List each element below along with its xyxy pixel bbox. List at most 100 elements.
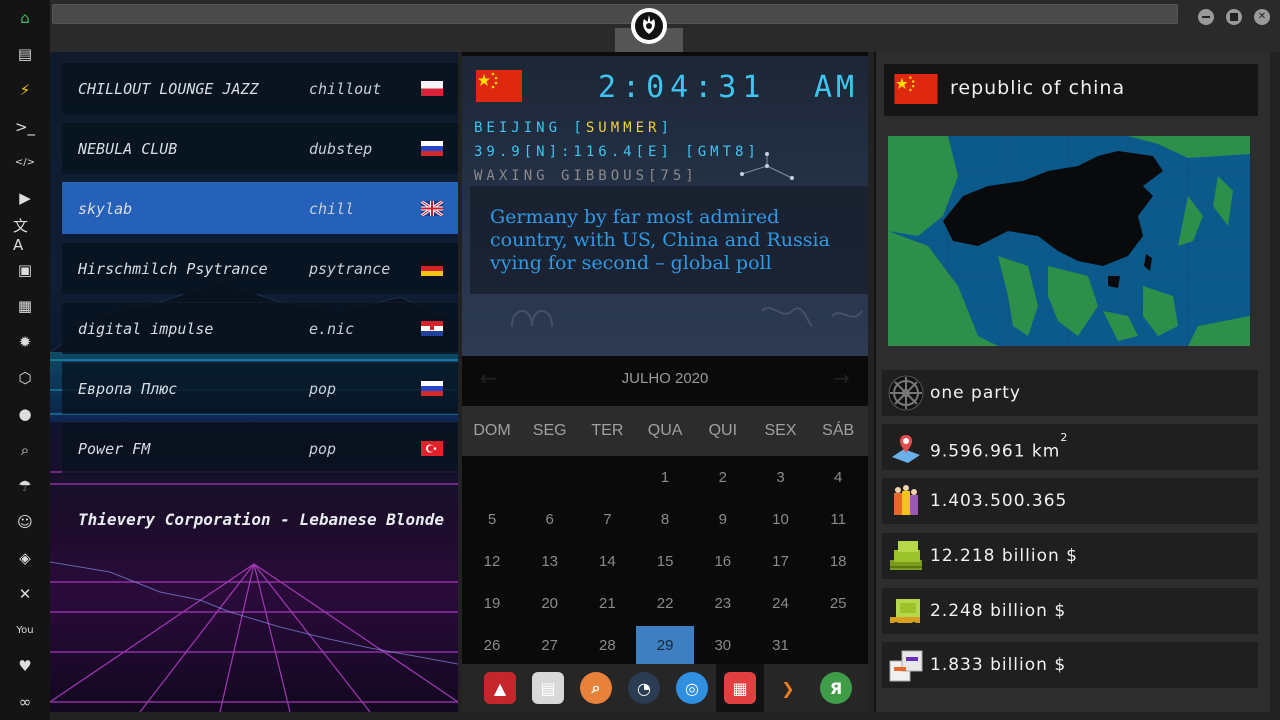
calendar-day[interactable]: 19 <box>463 584 521 624</box>
calendar-day[interactable]: 14 <box>578 542 636 582</box>
stat-row: 12.218 billion $ <box>882 533 1258 579</box>
calendar-day[interactable]: 7 <box>578 500 636 540</box>
document-icon[interactable]: ▤ <box>13 42 37 66</box>
search-icon[interactable]: ⌕ <box>13 438 37 462</box>
croatia-flag-icon <box>421 321 443 336</box>
russia-flag-icon <box>421 381 443 396</box>
clock-app-icon[interactable]: ◔ <box>628 672 660 704</box>
heart-icon[interactable]: ♥ <box>13 654 37 678</box>
calendar-day[interactable]: 1 <box>636 458 694 498</box>
middle-panel: 2:04:31 AM BEIJING [SUMMER] 39.9[N]:116.… <box>462 52 868 712</box>
russia-flag-icon <box>421 141 443 156</box>
station-row[interactable]: Hirschmilch Psytrance psytrance <box>62 242 458 294</box>
news-icon[interactable]: ▦ <box>13 294 37 318</box>
station-row-active[interactable]: skylab chill <box>62 182 458 234</box>
calendar-day[interactable]: 6 <box>521 500 579 540</box>
arrow-app-icon[interactable]: ❯ <box>772 672 804 704</box>
magnifier-app-icon[interactable]: ⌕ <box>580 672 612 704</box>
maximize-button[interactable] <box>1226 9 1242 25</box>
station-row[interactable]: Европа Плюс pop <box>62 362 458 414</box>
area-value: 9.596.961 km2 <box>930 424 1068 475</box>
weekday-label: QUA <box>647 422 683 439</box>
terminal-icon[interactable]: >_ <box>13 115 37 139</box>
newspaper-app-icon[interactable]: ▤ <box>532 672 564 704</box>
calendar-day[interactable]: 5 <box>463 500 521 540</box>
play-icon[interactable]: ▶ <box>13 186 37 210</box>
calendar-day[interactable]: 25 <box>809 584 867 624</box>
calendar-day[interactable]: 12 <box>463 542 521 582</box>
calendar: ← JULHO 2020 → DOM SEG TER QUA QUI SEX SÁB 123… <box>462 356 868 666</box>
calendar-day[interactable]: 4 <box>809 458 867 498</box>
station-row[interactable]: Power FM pop <box>62 422 458 474</box>
station-name: Hirschmilch Psytrance <box>78 260 268 278</box>
station-genre: e.nic <box>309 320 355 338</box>
station-row[interactable]: NEBULA CLUB dubstep <box>62 122 458 174</box>
calendar-day[interactable]: 27 <box>521 626 579 666</box>
calendar-day[interactable]: 3 <box>752 458 810 498</box>
country-map[interactable] <box>888 136 1250 346</box>
calendar-day[interactable]: 13 <box>521 542 579 582</box>
uk-flag-icon <box>421 201 443 216</box>
calendar-day[interactable]: 24 <box>752 584 810 624</box>
globe-app-icon[interactable]: ◎ <box>676 672 708 704</box>
calendar-day[interactable]: 10 <box>752 500 810 540</box>
arc-app-icon[interactable]: ▲ <box>484 672 516 704</box>
globe-icon[interactable]: ● <box>13 402 37 426</box>
calendar-header: ← JULHO 2020 → <box>462 356 868 402</box>
station-name: digital impulse <box>78 320 214 338</box>
calendar-day[interactable]: 2 <box>694 458 752 498</box>
infinity-icon[interactable]: ∞ <box>13 690 37 714</box>
news-headline[interactable]: Germany by far most admired country, wit… <box>490 206 860 275</box>
world-clock: 2:04:31 AM BEIJING [SUMMER] 39.9[N]:116.… <box>462 56 868 356</box>
station-row[interactable]: CHILLOUT LOUNGE JAZZ chillout <box>62 62 458 114</box>
calendar-day[interactable]: 28 <box>578 626 636 666</box>
emblem-tab[interactable] <box>615 0 683 52</box>
country-header: republic of china <box>884 64 1258 116</box>
contact-icon[interactable]: ☺ <box>13 510 37 534</box>
country-panel: republic of china one party 9.596.961 km… <box>874 52 1270 712</box>
calendar-day[interactable]: 8 <box>636 500 694 540</box>
map-pin-icon <box>892 435 920 463</box>
germany-flag-icon <box>421 261 443 276</box>
calendar-day[interactable]: 20 <box>521 584 579 624</box>
lightning-icon[interactable]: ⚡ <box>13 78 37 102</box>
home-icon[interactable]: ⌂ <box>13 6 37 30</box>
news-box[interactable]: Germany by far most admired country, wit… <box>470 186 868 294</box>
code-icon[interactable]: </> <box>13 150 37 174</box>
calendar-day[interactable]: 31 <box>752 626 810 666</box>
calendar-day[interactable]: 15 <box>636 542 694 582</box>
calendar-day[interactable]: 9 <box>694 500 752 540</box>
umbrella-icon[interactable]: ☂ <box>13 474 37 498</box>
clock-city-line: BEIJING [SUMMER] <box>474 120 673 136</box>
yandex-app-icon[interactable]: Я <box>820 672 852 704</box>
calendar-app-icon[interactable]: ▦ <box>724 672 756 704</box>
expand-icon[interactable]: ✕ <box>13 582 37 606</box>
station-row[interactable]: digital impulse e.nic <box>62 302 458 354</box>
calendar-day-today[interactable]: 29 <box>636 626 695 666</box>
calendar-day[interactable]: 26 <box>463 626 521 666</box>
calendar-day[interactable]: 11 <box>809 500 867 540</box>
git-icon[interactable]: ◈ <box>13 546 37 570</box>
calendar-day[interactable]: 17 <box>752 542 810 582</box>
station-genre: chill <box>309 200 355 218</box>
clock-time: 2:04:31 <box>598 70 767 105</box>
hexagon-icon[interactable]: ⬡ <box>13 366 37 390</box>
station-genre: psytrance <box>309 260 391 278</box>
translate-icon[interactable]: 文A <box>13 217 37 254</box>
image-icon[interactable]: ▣ <box>13 258 37 282</box>
calendar-day[interactable]: 23 <box>694 584 752 624</box>
calendar-day[interactable]: 22 <box>636 584 694 624</box>
youtube-icon[interactable]: You <box>13 618 37 642</box>
calendar-day[interactable]: 21 <box>578 584 636 624</box>
empire-icon[interactable]: ✹ <box>13 330 37 354</box>
minimize-button[interactable] <box>1198 9 1214 25</box>
calendar-day[interactable]: 16 <box>694 542 752 582</box>
sidebar: ⌂ ▤ ⚡ >_ </> ▶ 文A ▣ ▦ ✹ ⬡ ● ⌕ ☂ ☺ ◈ ✕ You ♥ ∞ <box>0 0 50 720</box>
weekday-label: QUI <box>708 422 738 439</box>
close-button[interactable]: ✕ <box>1254 9 1270 25</box>
radio-panel: CHILLOUT LOUNGE JAZZ chillout NEBULA CLU… <box>50 52 458 712</box>
next-month-button[interactable]: → <box>833 366 850 390</box>
calendar-day[interactable]: 30 <box>694 626 752 666</box>
china-flag-icon <box>894 74 938 104</box>
calendar-day[interactable]: 18 <box>809 542 867 582</box>
